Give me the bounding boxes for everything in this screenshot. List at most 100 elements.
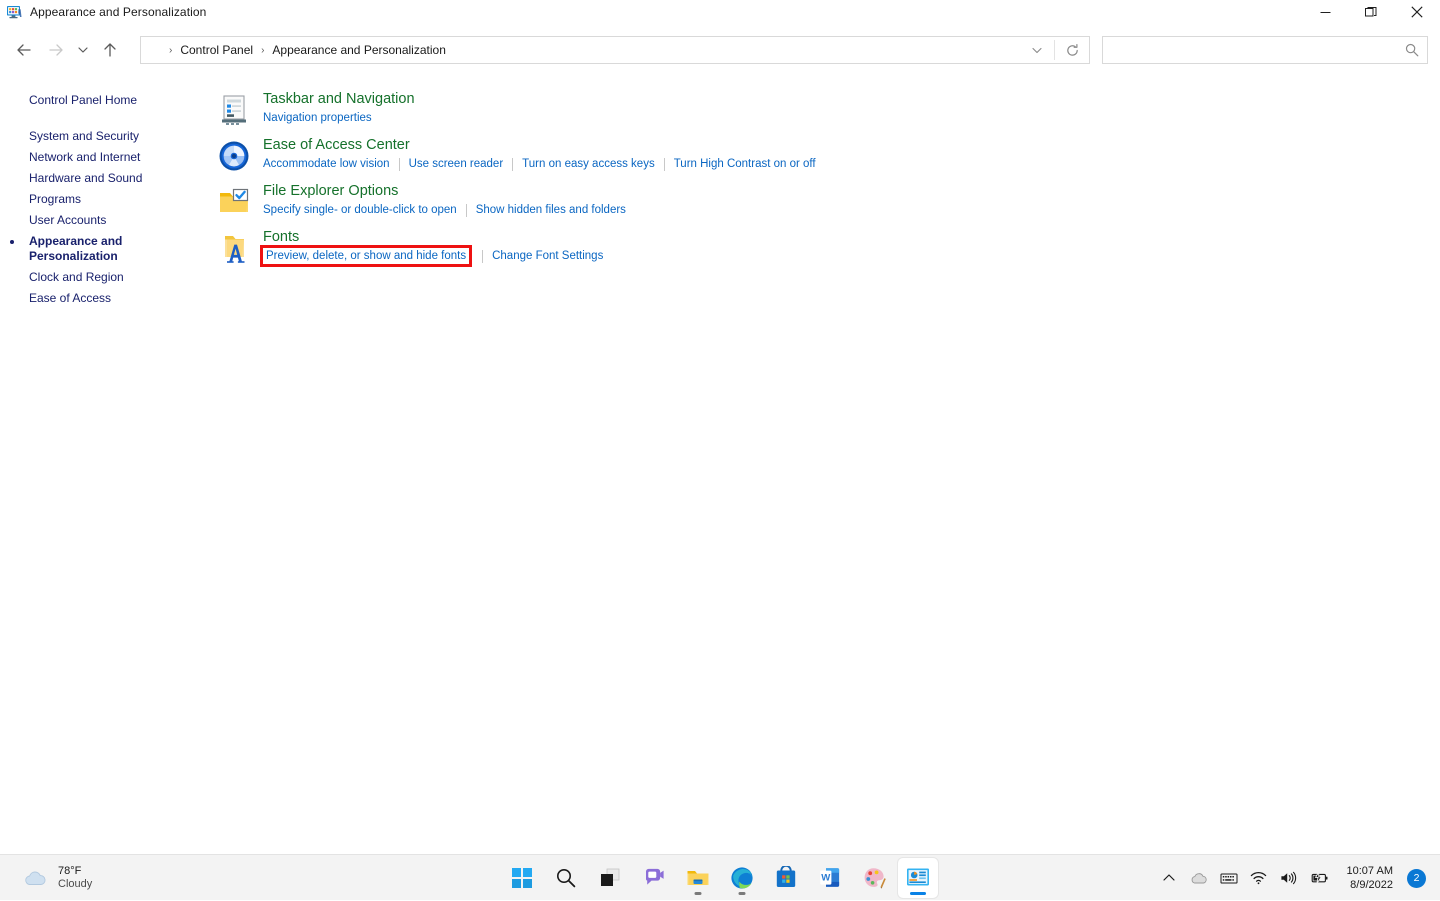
notification-badge[interactable]: 2 [1407,868,1426,888]
search-input[interactable] [1103,38,1397,62]
sidebar-item-label: Hardware and Sound [29,171,143,185]
folder-icon [687,870,709,885]
sidebar-item-label: System and Security [29,129,140,143]
microsoft-store-button[interactable] [766,858,806,898]
sidebar-item-user-accounts[interactable]: User Accounts [0,210,200,231]
forward-button[interactable] [40,34,72,66]
speaker-icon [1281,871,1297,885]
clock[interactable]: 10:07 AM 8/9/2022 [1343,861,1397,895]
sidebar-item-control-panel-home[interactable]: Control Panel Home [0,90,200,111]
sidebar-item-programs[interactable]: Programs [0,189,200,210]
category-ease-of-access-center: Ease of Access Center Accommodate low vi… [200,136,1440,180]
store-bag-icon [776,866,796,887]
link-separator [398,157,400,171]
refresh-button[interactable] [1055,37,1089,63]
breadcrumb-item-appearance-and-personalization[interactable]: Appearance and Personalization [270,43,447,57]
link-show-hidden-files-and-folders[interactable]: Show hidden files and folders [476,202,626,218]
sidebar-item-hardware-and-sound[interactable]: Hardware and Sound [0,168,200,189]
sidebar-item-label: Ease of Access [29,291,112,305]
up-button[interactable] [94,34,126,66]
chevron-up-icon [1162,874,1175,881]
category-title[interactable]: Ease of Access Center [263,136,410,155]
link-wrapper: Navigation properties [263,110,372,126]
chat-button[interactable] [634,858,674,898]
link-change-font-settings[interactable]: Change Font Settings [492,248,603,264]
word-button[interactable]: W [810,858,850,898]
link-navigation-properties[interactable]: Navigation properties [263,110,372,126]
link-wrapper: Specify single- or double-click to open [263,202,457,218]
sidebar-item-system-and-security[interactable]: System and Security [0,126,200,147]
sidebar-item-clock-and-region[interactable]: Clock and Region [0,267,200,288]
category-links: Accommodate low vision Use screen reader… [263,156,1440,172]
svg-text:W: W [821,873,831,884]
link-separator [465,203,467,217]
link-wrapper: Accommodate low vision [263,156,390,172]
category-links: Preview, delete, or show and hide fonts … [259,245,1440,267]
category-taskbar-and-navigation: Taskbar and Navigation Navigation proper… [200,90,1440,134]
sidebar-item-label: Appearance and Personalization [29,234,123,263]
restore-button[interactable] [1348,0,1394,24]
link-wrapper: Change Font Settings [492,248,603,264]
keyboard-icon [1220,873,1238,884]
sidebar-item-appearance-and-personalization[interactable]: Appearance and Personalization [0,231,140,267]
link-specify-single-or-double-click-to-open[interactable]: Specify single- or double-click to open [263,202,457,218]
cloud-icon [25,871,46,885]
show-hidden-icons-button[interactable] [1155,860,1183,896]
taskbar: 78°F Cloudy W 10:07 AM 8/9/2022 2 [0,854,1440,900]
active-indicator [910,891,926,895]
control-panel-icon [907,868,929,885]
windows-logo-icon [512,867,532,888]
search-icon[interactable] [1397,37,1427,63]
window-title: Appearance and Personalization [30,5,207,19]
category-title[interactable]: Taskbar and Navigation [263,90,415,109]
sidebar-item-network-and-internet[interactable]: Network and Internet [0,147,200,168]
link-separator [663,157,665,171]
link-wrapper: Show hidden files and folders [476,202,626,218]
address-dropdown-button[interactable] [1020,37,1054,63]
minimize-button[interactable] [1302,0,1348,24]
edge-button[interactable] [722,858,762,898]
file-explorer-button[interactable] [678,858,718,898]
taskbar-navigation-icon [218,94,250,126]
paint-button[interactable] [854,858,894,898]
link-turn-high-contrast-on-or-off[interactable]: Turn High Contrast on or off [674,156,816,172]
link-preview-delete-or-show-and-hide-fonts[interactable]: Preview, delete, or show and hide fonts [266,248,466,264]
onedrive-button[interactable] [1185,860,1213,896]
link-accommodate-low-vision[interactable]: Accommodate low vision [263,156,390,172]
start-button[interactable] [502,858,542,898]
keyboard-button[interactable] [1215,860,1243,896]
category-title[interactable]: File Explorer Options [263,182,398,201]
taskbar-search-button[interactable] [546,858,586,898]
breadcrumb: › Control Panel › Appearance and Persona… [141,37,1020,63]
back-button[interactable] [8,34,40,66]
weather-widget[interactable]: 78°F Cloudy [16,862,98,894]
breadcrumb-item-control-panel[interactable]: Control Panel [178,43,255,57]
word-icon: W [820,868,840,887]
task-view-icon [601,868,620,886]
control-panel-button[interactable] [898,857,938,898]
category-title[interactable]: Fonts [263,228,299,247]
sidebar-item-ease-of-access[interactable]: Ease of Access [0,288,200,309]
window-controls [1302,0,1440,24]
link-turn-on-easy-access-keys[interactable]: Turn on easy access keys [522,156,655,172]
link-wrapper: Use screen reader [409,156,504,172]
address-bar[interactable]: › Control Panel › Appearance and Persona… [140,36,1090,64]
recent-locations-button[interactable] [72,34,94,66]
link-wrapper: Turn High Contrast on or off [674,156,816,172]
sidebar-item-label: Clock and Region [29,270,124,284]
battery-button[interactable] [1305,860,1333,896]
category-links: Navigation properties [263,110,1440,126]
network-button[interactable] [1245,860,1273,896]
link-use-screen-reader[interactable]: Use screen reader [409,156,504,172]
search-box[interactable] [1102,36,1428,64]
sidebar: Control Panel Home System and Security N… [0,72,200,854]
sidebar-item-label: Programs [29,192,82,206]
task-view-button[interactable] [590,858,630,898]
paint-palette-icon [864,868,886,889]
close-button[interactable] [1394,0,1440,24]
running-indicator [738,891,746,895]
link-separator [512,157,514,171]
volume-button[interactable] [1275,860,1303,896]
sidebar-item-label: Network and Internet [29,150,141,164]
wifi-icon [1250,871,1267,885]
